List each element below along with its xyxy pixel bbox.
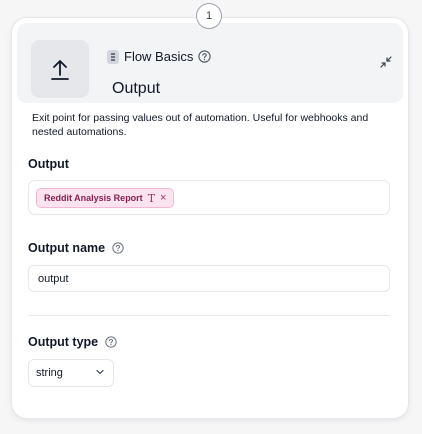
help-icon[interactable] [198, 50, 212, 63]
category-icon [107, 49, 119, 64]
remove-chip-icon[interactable]: × [160, 192, 166, 204]
step-number: 1 [205, 10, 213, 22]
output-name-section-label: Output name [28, 241, 124, 255]
output-name-input[interactable] [28, 265, 390, 292]
upload-arrow-icon [31, 40, 89, 98]
node-header: Flow Basics Output [17, 23, 403, 103]
help-icon[interactable] [105, 336, 117, 348]
output-type-section-label: Output type [28, 335, 117, 349]
output-type-value: string [36, 367, 63, 379]
chip-label: Reddit Analysis Report [44, 193, 143, 203]
output-node-card[interactable]: Flow Basics Output Exit point for passin… [11, 17, 409, 419]
step-number-badge: 1 [196, 3, 222, 29]
section-divider [28, 315, 390, 316]
text-type-icon: T [147, 191, 156, 205]
output-value-field[interactable]: Reddit Analysis Report T × [28, 180, 390, 215]
category-label: Flow Basics [124, 49, 194, 64]
output-type-select[interactable]: string [28, 359, 114, 387]
output-name-label: Output name [28, 241, 106, 255]
node-title: Output [112, 80, 161, 97]
collapse-icon[interactable] [379, 55, 393, 69]
help-icon[interactable] [112, 242, 124, 254]
variable-chip[interactable]: Reddit Analysis Report T × [36, 188, 175, 208]
chevron-down-icon [95, 364, 105, 382]
output-label: Output [28, 157, 69, 171]
output-section-label: Output [28, 157, 69, 171]
category-row: Flow Basics [107, 49, 212, 64]
output-type-label: Output type [28, 335, 99, 349]
node-description: Exit point for passing values out of aut… [32, 112, 369, 138]
